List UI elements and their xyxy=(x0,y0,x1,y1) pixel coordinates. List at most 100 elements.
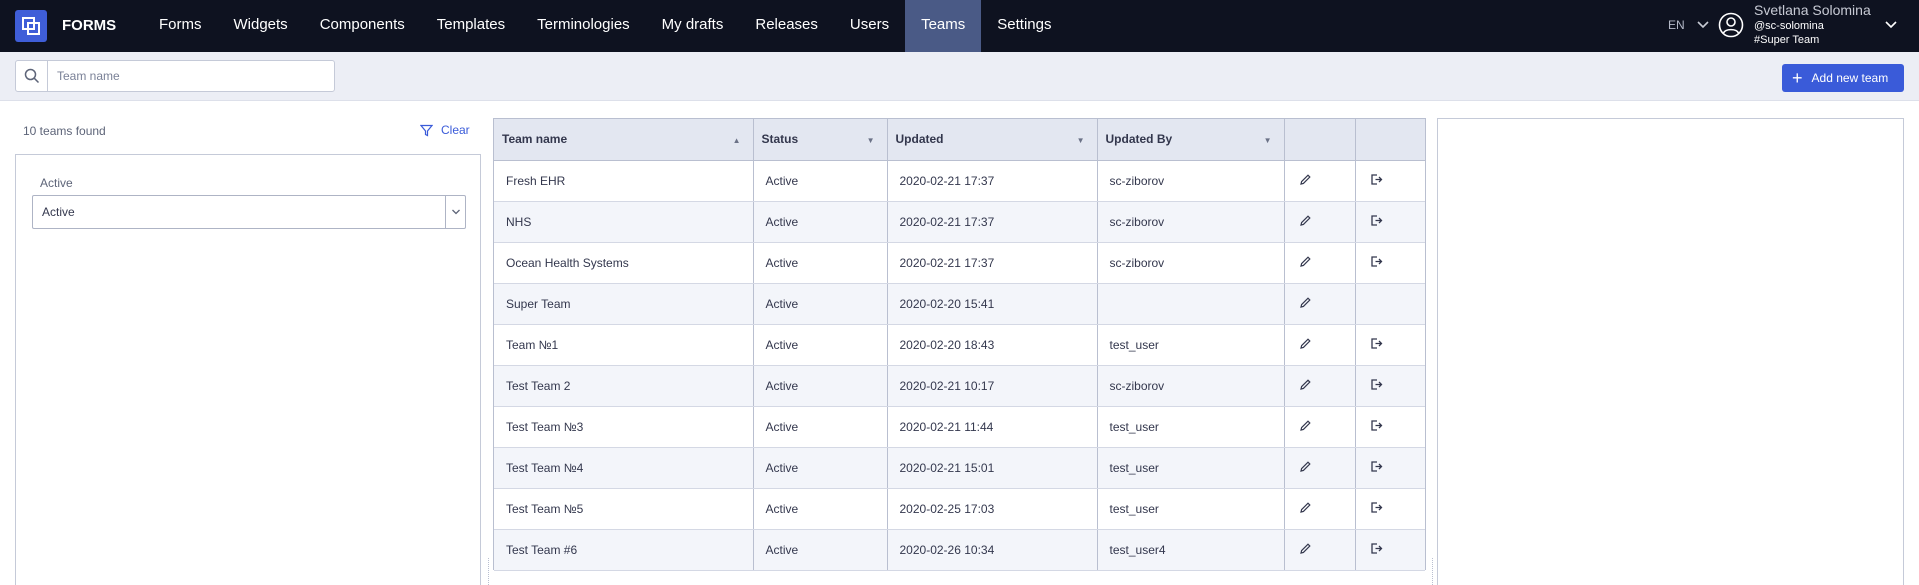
edit-pencil-icon[interactable] xyxy=(1299,419,1312,432)
edit-pencil-icon[interactable] xyxy=(1299,173,1312,186)
user-team: #Super Team xyxy=(1754,34,1820,46)
leave-team-icon[interactable] xyxy=(1370,173,1383,186)
teams-table: Team name ▲ Status ▼ Updated ▼ Updated By ▼ … xyxy=(493,118,1426,571)
status-cell: Active xyxy=(753,365,888,407)
team-name-cell: Team №1 xyxy=(494,324,754,366)
updated-cell: 2020-02-26 10:34 xyxy=(887,529,1098,571)
table-row[interactable]: Super Team Active 2020-02-20 15:41 xyxy=(494,283,1425,325)
edit-pencil-icon[interactable] xyxy=(1299,460,1312,473)
status-cell: Active xyxy=(753,160,888,202)
clear-filters-button[interactable]: Clear xyxy=(420,123,470,137)
leave-team-icon[interactable] xyxy=(1370,501,1383,514)
edit-pencil-icon[interactable] xyxy=(1299,542,1312,555)
nav-item-terminologies[interactable]: Terminologies xyxy=(521,0,646,52)
edit-cell xyxy=(1284,406,1356,448)
app-logo-icon[interactable] xyxy=(15,10,47,42)
table-row[interactable]: Test Team №4 Active 2020-02-21 15:01 test_u… xyxy=(494,447,1425,489)
updated-cell: 2020-02-21 15:01 xyxy=(887,447,1098,489)
leave-team-icon[interactable] xyxy=(1370,378,1383,391)
column-header-updated-by[interactable]: Updated By ▼ xyxy=(1097,119,1285,161)
updated-cell: 2020-02-20 18:43 xyxy=(887,324,1098,366)
nav-item-releases[interactable]: Releases xyxy=(739,0,834,52)
filter-icon xyxy=(420,124,433,136)
leave-cell xyxy=(1355,160,1425,202)
edit-pencil-icon[interactable] xyxy=(1299,501,1312,514)
column-header-updated[interactable]: Updated ▼ xyxy=(887,119,1098,161)
nav-item-forms[interactable]: Forms xyxy=(143,0,218,52)
sort-icon: ▼ xyxy=(1263,136,1272,145)
status-cell: Active xyxy=(753,488,888,530)
updated-by-cell: test_user xyxy=(1097,406,1285,448)
table-row[interactable]: Test Team №3 Active 2020-02-21 11:44 test_u… xyxy=(494,406,1425,448)
team-name-cell: Test Team 2 xyxy=(494,365,754,407)
edit-pencil-icon[interactable] xyxy=(1299,378,1312,391)
updated-cell: 2020-02-21 17:37 xyxy=(887,201,1098,243)
updated-cell: 2020-02-21 17:37 xyxy=(887,160,1098,202)
nav-item-templates[interactable]: Templates xyxy=(421,0,521,52)
table-row[interactable]: Test Team №5 Active 2020-02-25 17:03 test_u… xyxy=(494,488,1425,530)
team-name-cell: Ocean Health Systems xyxy=(494,242,754,284)
search-toolbar: + Add new team xyxy=(0,52,1919,101)
user-avatar-icon[interactable] xyxy=(1718,12,1744,38)
add-new-team-button[interactable]: + Add new team xyxy=(1782,64,1904,92)
column-header-team-name[interactable]: Team name ▲ xyxy=(494,119,754,161)
updated-cell: 2020-02-21 10:17 xyxy=(887,365,1098,407)
edit-pencil-icon[interactable] xyxy=(1299,214,1312,227)
resize-handle[interactable] xyxy=(1432,558,1434,585)
team-name-search-input[interactable] xyxy=(48,61,334,91)
leave-team-icon[interactable] xyxy=(1370,214,1383,227)
brand-name[interactable]: FORMS xyxy=(62,0,116,52)
column-header-status[interactable]: Status ▼ xyxy=(753,119,888,161)
team-name-cell: NHS xyxy=(494,201,754,243)
search-icon[interactable] xyxy=(16,61,48,91)
table-row[interactable]: Ocean Health Systems Active 2020-02-21 17:… xyxy=(494,242,1425,284)
nav-item-widgets[interactable]: Widgets xyxy=(218,0,304,52)
updated-cell: 2020-02-25 17:03 xyxy=(887,488,1098,530)
leave-team-icon[interactable] xyxy=(1370,419,1383,432)
status-filter-select[interactable]: Active xyxy=(32,195,466,229)
table-row[interactable]: Team №1 Active 2020-02-20 18:43 test_user xyxy=(494,324,1425,366)
edit-cell xyxy=(1284,283,1356,325)
chevron-down-icon[interactable] xyxy=(1884,18,1898,32)
nav-item-users[interactable]: Users xyxy=(834,0,905,52)
top-navigation-bar: FORMS Forms Widgets Components Templates Ter… xyxy=(0,0,1919,52)
leave-team-icon[interactable] xyxy=(1370,255,1383,268)
status-cell: Active xyxy=(753,201,888,243)
updated-cell: 2020-02-21 11:44 xyxy=(887,406,1098,448)
add-new-team-label: Add new team xyxy=(1811,71,1889,85)
team-name-cell: Super Team xyxy=(494,283,754,325)
column-label: Updated By xyxy=(1105,132,1173,147)
nav-item-my-drafts[interactable]: My drafts xyxy=(646,0,740,52)
leave-cell xyxy=(1355,365,1425,407)
chevron-down-icon[interactable] xyxy=(1696,18,1710,32)
updated-cell: 2020-02-21 17:37 xyxy=(887,242,1098,284)
nav-item-components[interactable]: Components xyxy=(304,0,421,52)
leave-team-icon[interactable] xyxy=(1370,337,1383,350)
nav-item-teams[interactable]: Teams xyxy=(905,0,982,52)
leave-team-icon[interactable] xyxy=(1370,460,1383,473)
sort-icon: ▼ xyxy=(866,136,875,145)
leave-team-icon[interactable] xyxy=(1370,542,1383,555)
leave-cell xyxy=(1355,324,1425,366)
table-row[interactable]: Test Team 2 Active 2020-02-21 10:17 sc-zibo… xyxy=(494,365,1425,407)
language-selector[interactable]: EN xyxy=(1668,0,1685,52)
table-row[interactable]: Test Team #6 Active 2020-02-26 10:34 test_u… xyxy=(494,529,1425,571)
updated-by-cell: sc-ziborov xyxy=(1097,242,1285,284)
edit-pencil-icon[interactable] xyxy=(1299,255,1312,268)
leave-cell xyxy=(1355,447,1425,489)
user-name: Svetlana Solomina xyxy=(1754,2,1871,18)
user-menu[interactable]: Svetlana Solomina @sc-solomina #Super Te… xyxy=(1754,2,1871,47)
results-count: 10 teams found xyxy=(23,124,106,138)
team-details-panel xyxy=(1437,118,1904,585)
search-box xyxy=(15,60,335,92)
nav-item-settings[interactable]: Settings xyxy=(981,0,1067,52)
table-body: Fresh EHR Active 2020-02-21 17:37 sc-ziboro… xyxy=(494,160,1425,571)
edit-cell xyxy=(1284,201,1356,243)
status-cell: Active xyxy=(753,283,888,325)
table-row[interactable]: Fresh EHR Active 2020-02-21 17:37 sc-ziboro… xyxy=(494,160,1425,202)
edit-pencil-icon[interactable] xyxy=(1299,296,1312,309)
edit-pencil-icon[interactable] xyxy=(1299,337,1312,350)
table-row[interactable]: NHS Active 2020-02-21 17:37 sc-ziborov xyxy=(494,201,1425,243)
edit-cell xyxy=(1284,529,1356,571)
resize-handle[interactable] xyxy=(488,558,490,585)
